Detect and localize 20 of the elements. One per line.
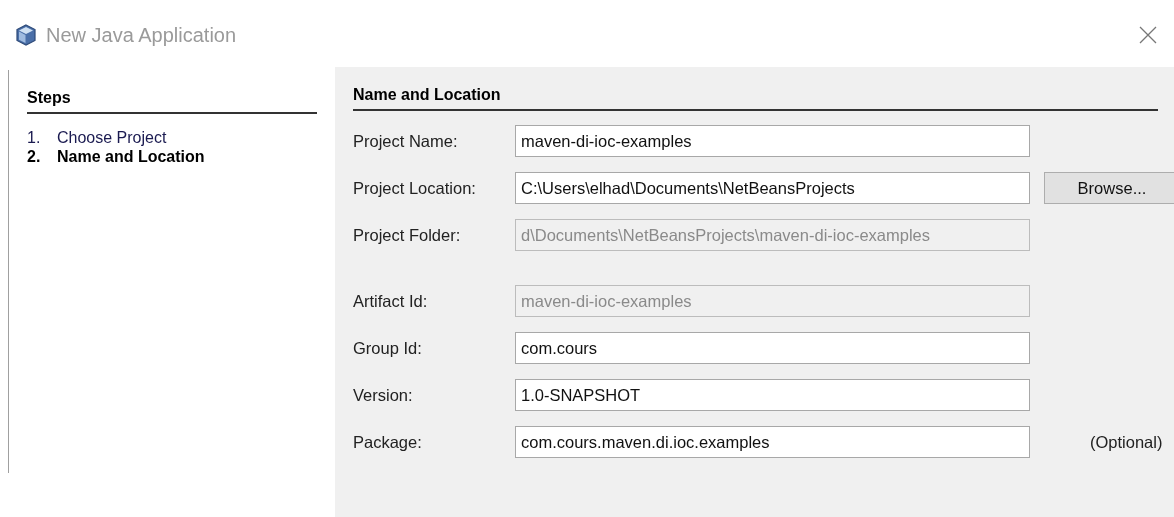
section-heading: Name and Location	[353, 83, 1158, 111]
step-item: 1. Choose Project	[27, 128, 168, 147]
field-label: Project Folder:	[353, 224, 462, 246]
browse-button[interactable]: Browse...	[1044, 172, 1174, 204]
steps-heading: Steps	[27, 86, 317, 114]
field-label: Package:	[353, 431, 423, 453]
step-item: 2. Name and Location	[27, 147, 206, 166]
input-field[interactable]: C:\Users\elhad\Documents\NetBeansProjects	[515, 172, 1030, 204]
input-field[interactable]: com.cours.maven.di.ioc.examples	[515, 426, 1030, 458]
input-field[interactable]: maven-di-ioc-examples	[515, 125, 1030, 157]
input-field[interactable]: com.cours	[515, 332, 1030, 364]
field-label: Project Location:	[353, 177, 477, 199]
window-title: New Java Application	[46, 23, 237, 48]
input-field[interactable]: 1.0-SNAPSHOT	[515, 379, 1030, 411]
field-label: Version:	[353, 384, 414, 406]
field-label: Artifact Id:	[353, 290, 429, 312]
field-label: Project Name:	[353, 130, 459, 152]
optional-note: (Optional)	[1090, 431, 1163, 453]
cube-icon	[16, 24, 36, 46]
field-label: Group Id:	[353, 337, 423, 359]
